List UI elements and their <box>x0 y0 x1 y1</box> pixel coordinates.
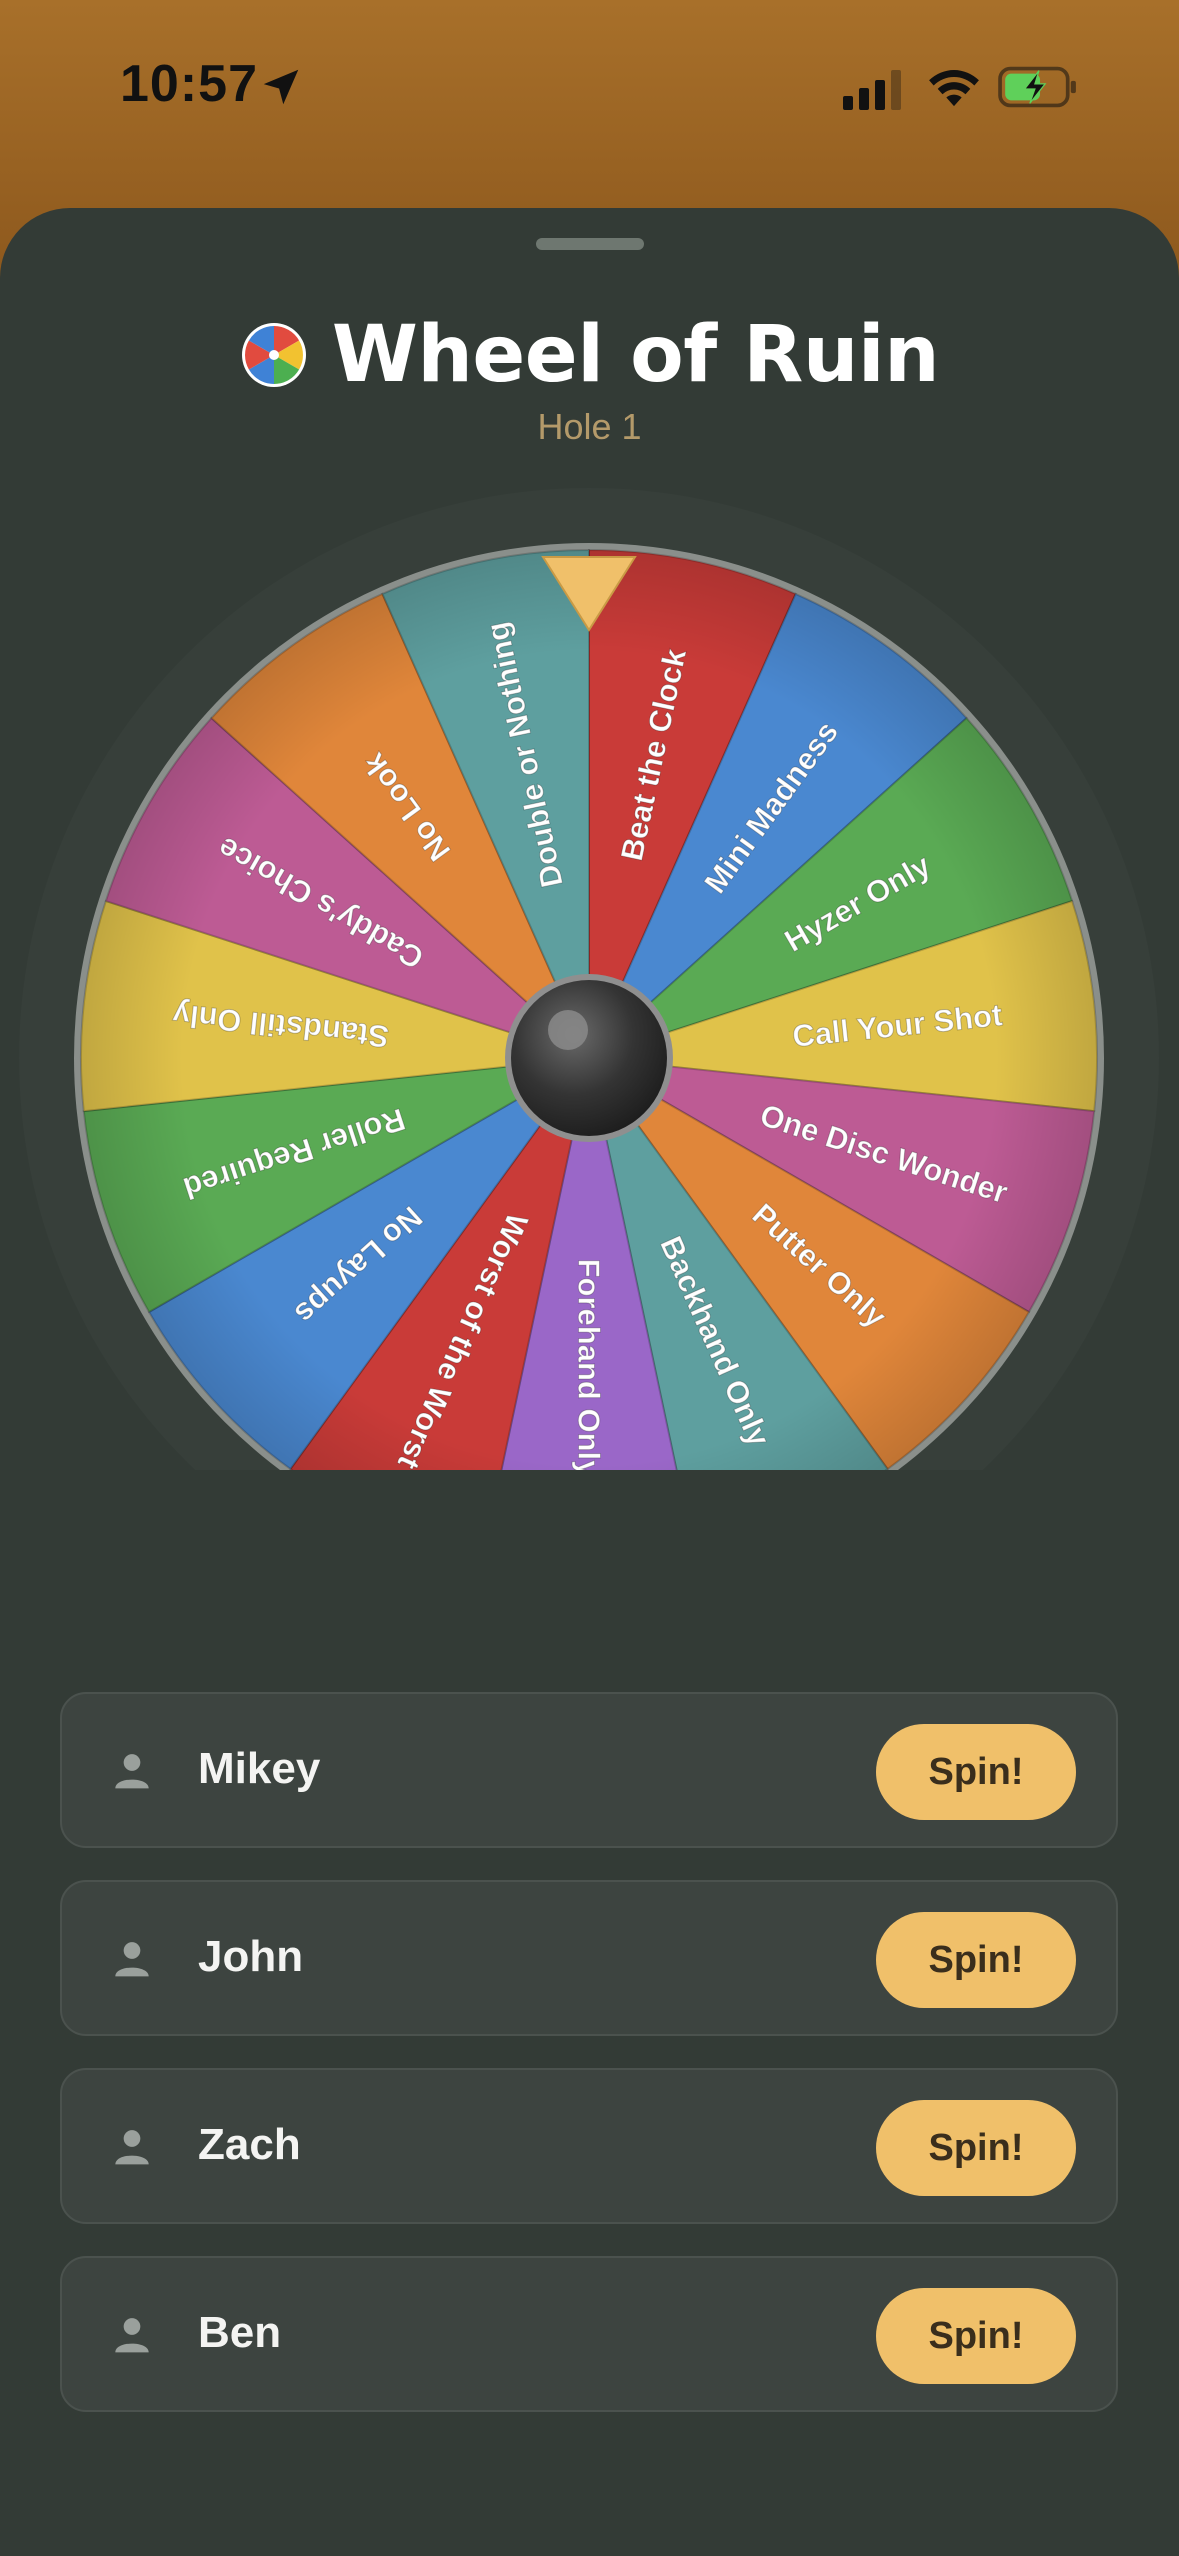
person-icon <box>115 1942 149 1977</box>
sheet-grabber[interactable] <box>536 238 644 250</box>
wheel-segment-label: Forehand Only <box>572 1259 607 1470</box>
player-row-mikey: Mikey Spin! <box>60 1692 1118 1848</box>
player-name: Mikey <box>198 1744 321 1793</box>
location-arrow-icon <box>263 69 299 105</box>
player-row-zach: Zach Spin! <box>60 2068 1118 2224</box>
status-bar: 10:57 <box>0 0 1179 180</box>
wifi-icon <box>929 70 979 107</box>
cellular-signal-icon <box>843 70 901 110</box>
player-row-john: John Spin! <box>60 1880 1118 2036</box>
player-name: Ben <box>198 2308 282 2357</box>
status-time: 10:57 <box>120 55 258 113</box>
wheel-area: Beat the Clock Mini Madness Hyzer Only Call… <box>0 290 1179 1470</box>
battery-charging-icon <box>998 66 1076 108</box>
player-name: John <box>198 1932 304 1981</box>
spin-button[interactable]: Spin! <box>876 2288 1076 2384</box>
spin-button[interactable]: Spin! <box>876 1912 1076 2008</box>
spin-wheel[interactable]: Beat the Clock Mini MadnessHyzer OnlyCall… <box>0 290 1179 1470</box>
player-name: Zach <box>198 2120 301 2169</box>
person-icon <box>115 2130 149 2165</box>
spin-button[interactable]: Spin! <box>876 1724 1076 1820</box>
person-icon <box>115 2318 149 2353</box>
spin-button[interactable]: Spin! <box>876 2100 1076 2196</box>
spin-hub-icon[interactable] <box>511 980 667 1136</box>
player-row-ben: Ben Spin! <box>60 2256 1118 2412</box>
hub-highlight <box>548 1010 588 1050</box>
person-icon <box>115 1754 149 1789</box>
